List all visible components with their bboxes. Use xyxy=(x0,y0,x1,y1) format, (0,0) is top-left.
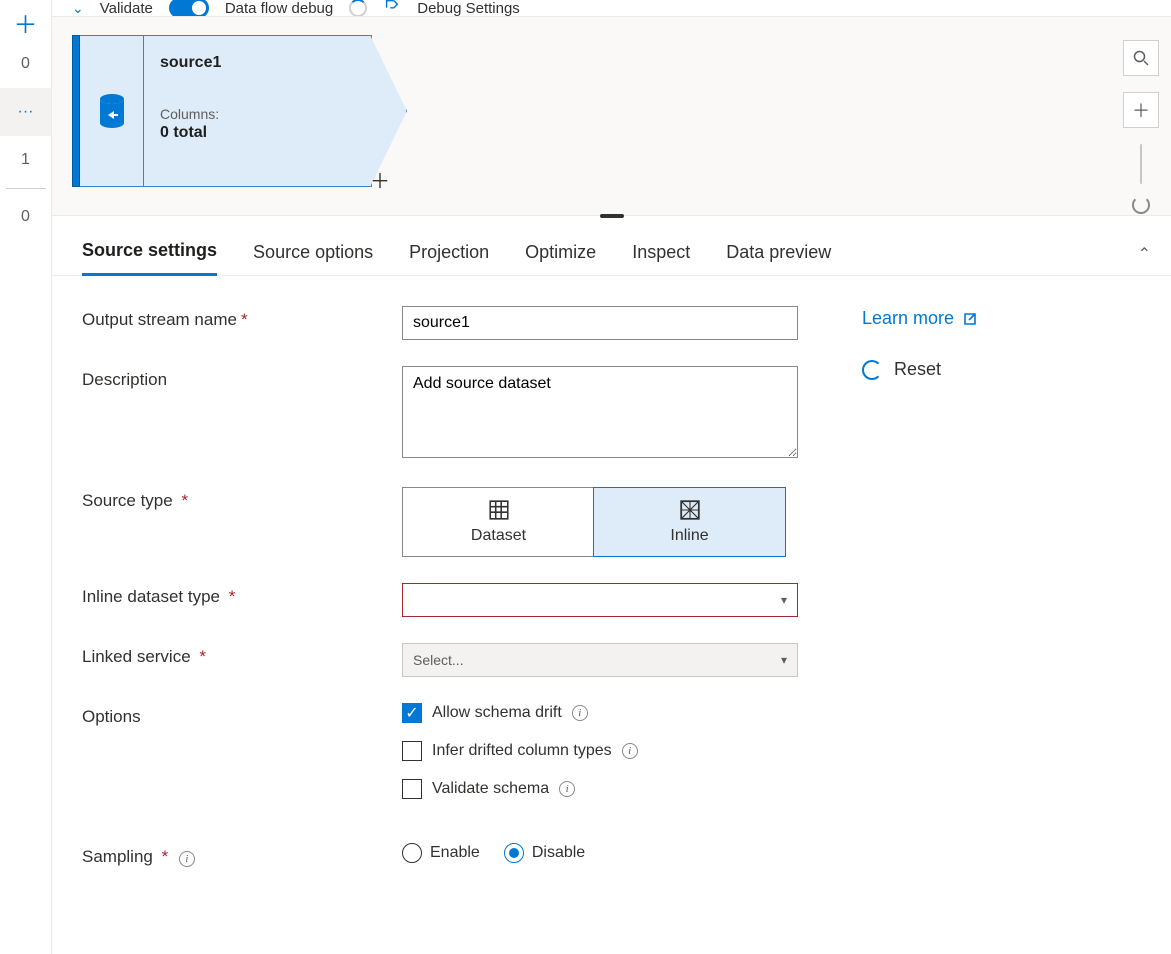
tab-optimize[interactable]: Optimize xyxy=(525,242,596,275)
linked-service-select[interactable]: Select... ▾ xyxy=(402,643,798,677)
info-icon[interactable]: i xyxy=(559,781,575,797)
sampling-label: Sampling * i xyxy=(82,843,402,867)
reset-icon xyxy=(862,360,882,380)
info-icon[interactable]: i xyxy=(622,743,638,759)
reset-button[interactable]: Reset xyxy=(862,359,978,380)
validate-schema-checkbox[interactable] xyxy=(402,779,422,799)
output-stream-name-input[interactable] xyxy=(402,306,798,340)
debug-settings-button[interactable]: Debug Settings xyxy=(417,0,520,16)
database-icon xyxy=(98,93,126,129)
info-icon[interactable]: i xyxy=(572,705,588,721)
collapse-panel-icon[interactable]: ⌃ xyxy=(1138,244,1151,264)
sampling-disable-label: Disable xyxy=(532,844,585,862)
zoom-in-button[interactable]: ＋ xyxy=(1123,92,1159,128)
dataflow-canvas[interactable]: source1 Columns: 0 total ＋ xyxy=(52,16,1171,216)
node-columns-count: 0 total xyxy=(160,124,355,142)
description-label: Description xyxy=(82,366,402,390)
chevron-down-icon: ▾ xyxy=(781,593,787,607)
node-icon-column xyxy=(80,35,144,187)
source-type-inline[interactable]: Inline xyxy=(593,487,786,557)
description-input[interactable]: Add source dataset xyxy=(402,366,798,458)
toolbar: ⌄ Validate Data flow debug Debug Setting… xyxy=(52,0,1171,16)
source-type-dataset[interactable]: Dataset xyxy=(403,488,594,556)
debug-toggle[interactable] xyxy=(169,0,209,16)
canvas-tools: ＋ xyxy=(1123,40,1159,214)
validate-button[interactable]: Validate xyxy=(100,0,153,16)
left-nav: ＋ 0 ··· 1 0 xyxy=(0,0,52,954)
zoom-slider[interactable] xyxy=(1140,144,1142,184)
validate-schema-label: Validate schema xyxy=(432,780,549,798)
source-type-segmented: Dataset Inline xyxy=(402,487,786,557)
linked-service-label: Linked service * xyxy=(82,643,402,667)
source-node[interactable]: source1 Columns: 0 total xyxy=(72,35,372,187)
search-canvas-button[interactable] xyxy=(1123,40,1159,76)
node-columns-label: Columns: xyxy=(160,106,355,122)
inline-dataset-type-select[interactable]: ▾ xyxy=(402,583,798,617)
node-accent xyxy=(72,35,80,187)
inline-dataset-type-label: Inline dataset type * xyxy=(82,583,402,607)
tab-data-preview[interactable]: Data preview xyxy=(726,242,831,275)
options-label: Options xyxy=(82,703,402,727)
inline-icon xyxy=(679,499,701,521)
debug-toggle-label: Data flow debug xyxy=(225,0,333,16)
source-type-label: Source type * xyxy=(82,487,402,511)
tab-inspect[interactable]: Inspect xyxy=(632,242,690,275)
sampling-disable-radio[interactable]: Disable xyxy=(504,843,585,863)
infer-drifted-types-label: Infer drifted column types xyxy=(432,742,612,760)
source-settings-form: Output stream name* Description Add sour… xyxy=(52,276,1171,923)
leftnav-item-0[interactable]: 0 xyxy=(0,40,51,88)
debug-settings-icon[interactable] xyxy=(383,0,401,16)
external-link-icon xyxy=(962,311,978,327)
infer-drifted-types-checkbox[interactable] xyxy=(402,741,422,761)
table-icon xyxy=(488,499,510,521)
allow-schema-drift-label: Allow schema drift xyxy=(432,704,562,722)
sampling-enable-label: Enable xyxy=(430,844,480,862)
zoom-handle-icon[interactable] xyxy=(1132,196,1150,214)
leftnav-item-1[interactable]: ··· xyxy=(0,88,51,136)
learn-more-link[interactable]: Learn more xyxy=(862,308,978,329)
leftnav-item-3[interactable]: 0 xyxy=(0,193,51,241)
tab-source-settings[interactable]: Source settings xyxy=(82,240,217,276)
node-body: source1 Columns: 0 total xyxy=(144,35,372,187)
linked-service-placeholder: Select... xyxy=(413,652,464,668)
add-transformation-button[interactable]: ＋ xyxy=(370,165,390,194)
dataset-option-label: Dataset xyxy=(471,527,526,545)
settings-tabs: Source settings Source options Projectio… xyxy=(52,220,1171,276)
output-stream-name-label: Output stream name* xyxy=(82,306,402,330)
inline-option-label: Inline xyxy=(670,527,708,545)
sampling-enable-radio[interactable]: Enable xyxy=(402,843,480,863)
chevron-down-icon: ▾ xyxy=(781,653,787,667)
leftnav-item-2[interactable]: 1 xyxy=(0,136,51,184)
info-icon[interactable]: i xyxy=(179,851,195,867)
tab-source-options[interactable]: Source options xyxy=(253,242,373,275)
allow-schema-drift-checkbox[interactable]: ✓ xyxy=(402,703,422,723)
node-title: source1 xyxy=(160,54,355,72)
leftnav-divider xyxy=(6,188,46,189)
validate-chevron-icon[interactable]: ⌄ xyxy=(72,0,84,16)
tab-projection[interactable]: Projection xyxy=(409,242,489,275)
loading-spinner-icon xyxy=(349,0,367,16)
add-nav-icon[interactable]: ＋ xyxy=(0,4,51,40)
